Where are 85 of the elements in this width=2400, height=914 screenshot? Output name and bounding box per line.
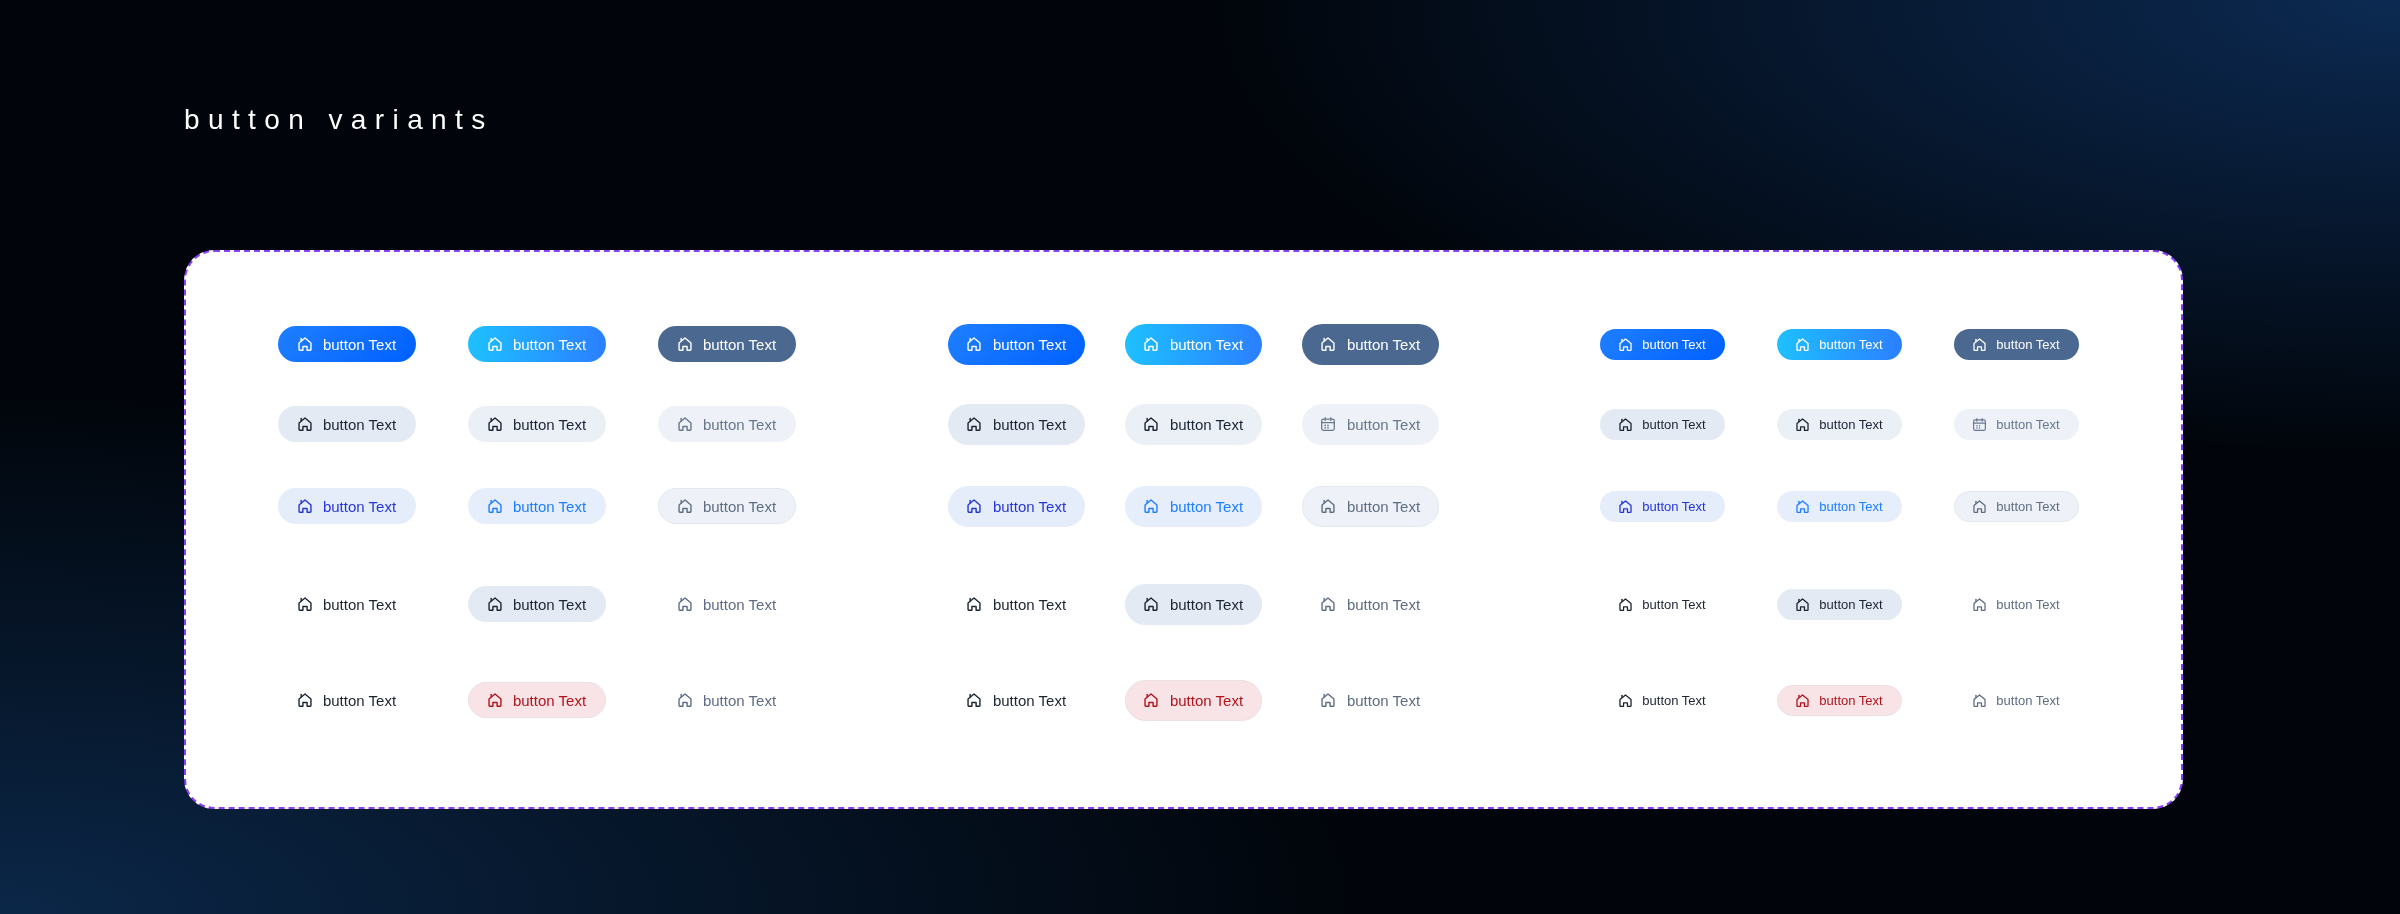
filled-button[interactable]: button Text — [1777, 328, 1902, 360]
home-icon — [966, 417, 981, 431]
soft-button[interactable]: button Text — [468, 488, 606, 524]
filled-button[interactable]: button Text — [278, 326, 416, 362]
home-icon — [966, 693, 981, 707]
danger-button[interactable]: button Text — [1125, 679, 1262, 721]
text-button[interactable]: button Text — [278, 586, 416, 622]
soft-button[interactable]: button Text — [1777, 490, 1902, 522]
home-icon — [297, 417, 312, 431]
home-icon — [297, 597, 312, 611]
home-icon — [677, 337, 692, 351]
home-icon — [1143, 499, 1158, 513]
home-icon — [1143, 693, 1158, 707]
tonal-button[interactable]: button Text — [468, 586, 606, 622]
home-icon — [1796, 597, 1810, 611]
home-icon — [1143, 337, 1158, 351]
tonal-button[interactable]: button Text — [1777, 408, 1902, 440]
home-icon — [487, 417, 502, 431]
home-icon — [966, 337, 981, 351]
home-icon — [1619, 499, 1633, 513]
text-button[interactable]: button Text — [658, 682, 796, 718]
text-button[interactable]: button Text — [948, 583, 1085, 625]
home-icon — [1320, 597, 1335, 611]
filled-button[interactable]: button Text — [1600, 328, 1725, 360]
text-button[interactable]: button Text — [278, 682, 416, 718]
tonal-button[interactable]: button Text — [278, 406, 416, 442]
home-icon — [966, 597, 981, 611]
filled-button[interactable]: button Text — [948, 323, 1085, 365]
home-icon — [487, 597, 502, 611]
calendar-icon — [1973, 417, 1987, 431]
home-icon — [1320, 499, 1335, 513]
tonal-button[interactable]: button Text — [468, 406, 606, 442]
text-button[interactable]: button Text — [948, 679, 1085, 721]
home-icon — [297, 499, 312, 513]
home-icon — [1973, 499, 1987, 513]
home-icon — [1143, 417, 1158, 431]
home-icon — [1973, 597, 1987, 611]
filled-button[interactable]: button Text — [1954, 328, 2079, 360]
home-icon — [1796, 693, 1810, 707]
home-icon — [1619, 337, 1633, 351]
tonal-button[interactable]: button Text — [1600, 408, 1725, 440]
tonal-button[interactable]: button Text — [1125, 583, 1262, 625]
home-icon — [966, 499, 981, 513]
text-button[interactable]: button Text — [1954, 588, 2079, 620]
home-icon — [1619, 693, 1633, 707]
home-icon — [677, 693, 692, 707]
home-icon — [1619, 597, 1633, 611]
soft-button[interactable]: button Text — [1600, 490, 1725, 522]
soft-button[interactable]: button Text — [948, 485, 1085, 527]
soft-button[interactable]: button Text — [278, 488, 416, 524]
filled-button[interactable]: button Text — [468, 326, 606, 362]
home-icon — [487, 693, 502, 707]
home-icon — [1973, 337, 1987, 351]
text-button[interactable]: button Text — [1600, 684, 1725, 716]
home-icon — [1973, 693, 1987, 707]
calendar-icon — [1320, 417, 1335, 431]
text-button[interactable]: button Text — [1302, 679, 1439, 721]
home-icon — [1619, 417, 1633, 431]
home-icon — [487, 499, 502, 513]
home-icon — [677, 417, 692, 431]
home-icon — [1796, 337, 1810, 351]
filled-button[interactable]: button Text — [1125, 323, 1262, 365]
home-icon — [1320, 693, 1335, 707]
tonal-button[interactable]: button Text — [948, 403, 1085, 445]
danger-button[interactable]: button Text — [468, 682, 606, 718]
soft-button[interactable]: button Text — [1125, 485, 1262, 527]
danger-button[interactable]: button Text — [1777, 684, 1902, 716]
home-icon — [1320, 337, 1335, 351]
home-icon — [1796, 499, 1810, 513]
home-icon — [297, 337, 312, 351]
home-icon — [487, 337, 502, 351]
text-button[interactable]: button Text — [1600, 588, 1725, 620]
page-title: button variants — [184, 104, 494, 136]
text-button[interactable]: button Text — [658, 586, 796, 622]
text-button[interactable]: button Text — [1302, 583, 1439, 625]
home-icon — [297, 693, 312, 707]
tonal-button[interactable]: button Text — [1777, 588, 1902, 620]
text-button[interactable]: button Text — [1954, 684, 2079, 716]
home-icon — [1796, 417, 1810, 431]
tonal-button[interactable]: button Text — [1125, 403, 1262, 445]
home-icon — [677, 499, 692, 513]
filled-button[interactable]: button Text — [658, 326, 796, 362]
filled-button[interactable]: button Text — [1302, 323, 1439, 365]
home-icon — [677, 597, 692, 611]
home-icon — [1143, 597, 1158, 611]
